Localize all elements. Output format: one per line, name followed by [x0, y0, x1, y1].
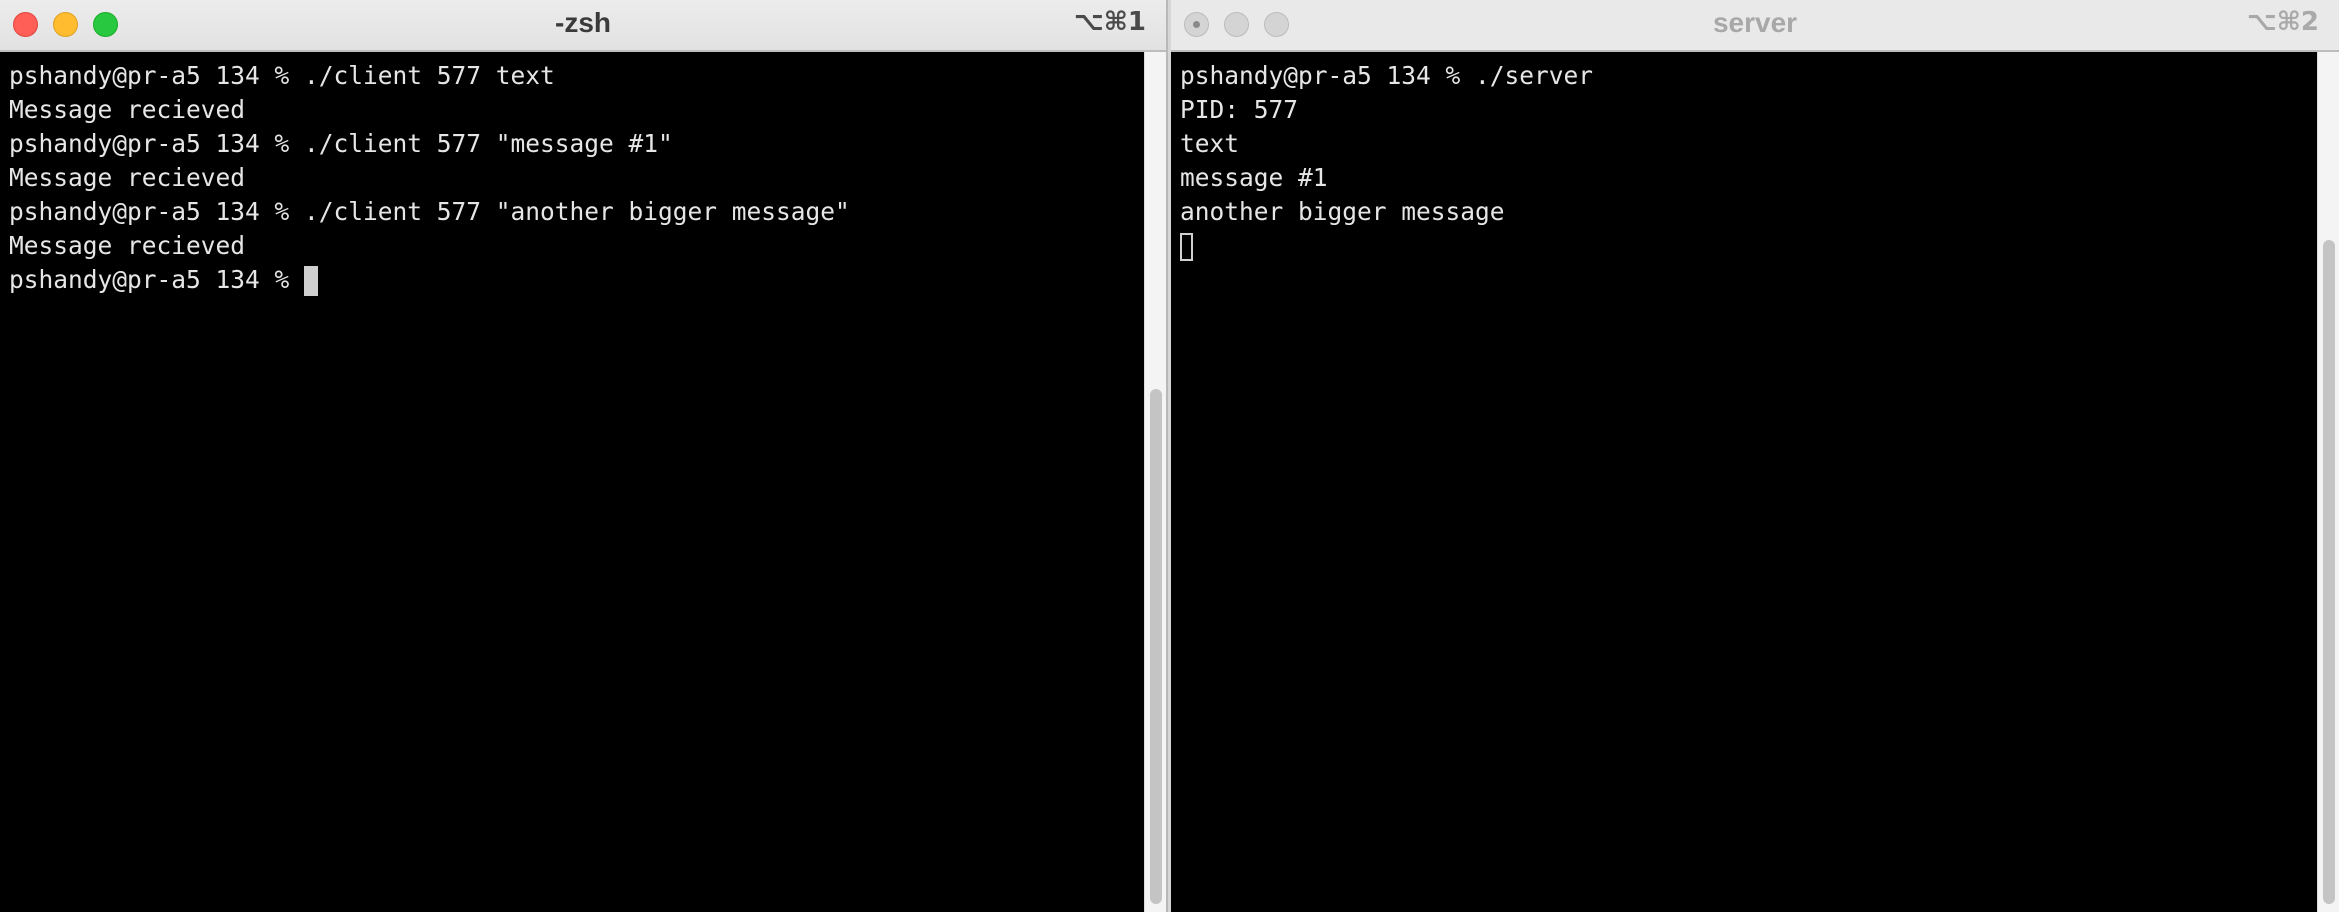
terminal-line: message #1 [1180, 163, 1328, 192]
terminal-line: another bigger message [1180, 197, 1505, 226]
terminal-line: pshandy@pr-a5 134 % ./client 577 "anothe… [9, 197, 850, 226]
terminal-line: pshandy@pr-a5 134 % ./client 577 text [9, 61, 555, 90]
close-button[interactable] [1184, 12, 1209, 37]
text-cursor [1180, 233, 1193, 261]
title-bar[interactable]: -zsh ⌥⌘1 [0, 0, 1166, 52]
title-bar[interactable]: server ⌥⌘2 [1171, 0, 2339, 52]
scrollbar-thumb[interactable] [1150, 389, 1162, 904]
scrollbar-thumb[interactable] [2323, 240, 2335, 904]
close-button[interactable] [13, 12, 38, 37]
terminal-line: PID: 577 [1180, 95, 1299, 124]
terminal-line: pshandy@pr-a5 134 % ./server [1180, 61, 1594, 90]
text-cursor [304, 266, 319, 296]
minimize-button[interactable] [1224, 12, 1249, 37]
dot-icon [1193, 21, 1200, 28]
terminal-line: text [1180, 129, 1240, 158]
terminal-line: pshandy@pr-a5 134 % ./client 577 "messag… [9, 129, 673, 158]
minimize-button[interactable] [53, 12, 78, 37]
terminal-output[interactable]: pshandy@pr-a5 134 % ./client 577 text Me… [0, 52, 1144, 912]
prompt-text: pshandy@pr-a5 134 % [9, 265, 305, 294]
window-shortcut: ⌥⌘1 [1073, 7, 1146, 37]
window-title: -zsh [555, 7, 611, 38]
terminal-window-left[interactable]: -zsh ⌥⌘1 pshandy@pr-a5 134 % ./client 57… [0, 0, 1168, 912]
window-title: server [1712, 7, 1798, 38]
cursor-line[interactable] [1180, 229, 2317, 263]
terminal-line: Message recieved [9, 231, 246, 260]
vertical-scrollbar[interactable] [2317, 52, 2339, 912]
maximize-button[interactable] [1264, 12, 1289, 37]
maximize-button[interactable] [93, 12, 118, 37]
terminal-line: Message recieved [9, 95, 246, 124]
vertical-scrollbar[interactable] [1144, 52, 1166, 912]
terminal-output[interactable]: pshandy@pr-a5 134 % ./server PID: 577 te… [1171, 52, 2317, 912]
window-shortcut: ⌥⌘2 [2246, 7, 2319, 37]
terminal-window-right[interactable]: server ⌥⌘2 pshandy@pr-a5 134 % ./server … [1171, 0, 2339, 912]
terminal-line: Message recieved [9, 163, 246, 192]
prompt-line[interactable]: pshandy@pr-a5 134 % [9, 263, 1144, 297]
